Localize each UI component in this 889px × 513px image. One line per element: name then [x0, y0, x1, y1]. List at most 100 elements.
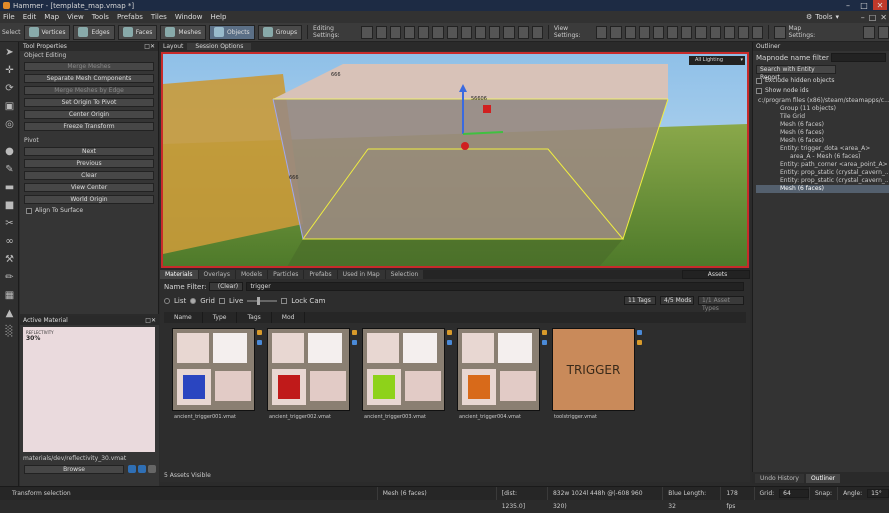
rotate-icon[interactable]: ⟳ [2, 81, 17, 96]
cubes-icon[interactable] [723, 25, 736, 39]
menu-help[interactable]: Help [210, 13, 226, 21]
tab-particles[interactable]: Particles [268, 270, 304, 279]
tree-item[interactable]: Entity: prop_static (crystal_cavern_... [756, 169, 889, 177]
asset-thumbnail[interactable] [172, 328, 255, 411]
align-to-surface-checkbox[interactable]: Align To Surface [20, 207, 158, 214]
tags-button[interactable]: 11 Tags [624, 296, 656, 305]
lock-cam-checkbox[interactable] [281, 297, 288, 304]
pivot-world-origin-button[interactable]: World Origin [24, 195, 154, 204]
column-tags[interactable]: Tags [237, 312, 272, 323]
tree-item[interactable]: Group (11 objects) [756, 105, 889, 113]
mesh-icon[interactable]: ░ [2, 324, 17, 339]
tree-item[interactable]: area_A - Mesh (6 faces) [756, 153, 889, 161]
column-name[interactable]: Name [164, 312, 203, 323]
sky-icon[interactable] [695, 25, 707, 39]
gizmo-origin[interactable] [461, 142, 469, 150]
asset-types-button[interactable]: 1/1 Asset Types [698, 296, 744, 312]
paint-icon[interactable]: ✎ [2, 162, 17, 177]
align-checkbox-box[interactable] [26, 207, 32, 214]
tree-item[interactable]: Entity: path_corner <area_point_A> [756, 161, 889, 169]
panel-close-icon[interactable]: □✕ [144, 42, 155, 51]
texture-icon[interactable] [624, 25, 636, 39]
scale-lock-icon[interactable] [474, 25, 487, 39]
mods-button[interactable]: 4/5 Mods [660, 296, 694, 305]
light-tool-icon[interactable]: ● [2, 144, 17, 159]
show-node-ids-checkbox[interactable]: Show node ids [753, 87, 889, 94]
panel-close-icon[interactable]: □✕ [145, 316, 156, 325]
grid-snap-icon[interactable] [361, 25, 373, 39]
texture-lock-icon[interactable] [460, 25, 472, 39]
apply-material-icon[interactable] [128, 465, 136, 473]
menu-file[interactable]: File [3, 13, 15, 21]
pivot-view-center-button[interactable]: View Center [24, 183, 154, 192]
tab-used-in-map[interactable]: Used in Map [337, 270, 385, 279]
tree-item[interactable]: Mesh (6 faces) [756, 137, 889, 145]
grid-view-icon[interactable] [709, 25, 721, 39]
merge-meshes-button[interactable]: Merge Meshes [24, 62, 154, 71]
column-type[interactable]: Type [203, 312, 238, 323]
align-icon[interactable] [389, 25, 402, 39]
lighting-dropdown[interactable]: All Lighting ▾ [689, 56, 745, 65]
pivot-icon[interactable] [446, 25, 458, 39]
mapnode-filter-input[interactable] [830, 53, 886, 62]
menu-view[interactable]: View [67, 13, 84, 21]
restore-icon[interactable]: – [861, 13, 865, 22]
run-map-icon[interactable] [877, 25, 889, 39]
tree-item[interactable]: Entity: prop_static (crystal_cavern_... [756, 177, 889, 185]
asset-thumbnail[interactable] [457, 328, 540, 411]
block-icon[interactable]: ■ [2, 198, 17, 213]
set-origin-to-pivot-button[interactable]: Set Origin To Pivot [24, 98, 154, 107]
menu-edit[interactable]: Edit [23, 13, 37, 21]
terrain-icon[interactable]: ▲ [2, 306, 17, 321]
tree-item[interactable]: Entity: trigger_dota <area_A> [756, 145, 889, 153]
session-options-tab[interactable]: Session Options [187, 43, 252, 50]
tab-models[interactable]: Models [235, 270, 268, 279]
pivot-clear-button[interactable]: Clear [24, 171, 154, 180]
menu-window[interactable]: Window [175, 13, 203, 21]
umbrella-icon[interactable] [503, 25, 515, 39]
name-filter-input[interactable]: trigger [246, 282, 744, 291]
tab-outliner[interactable]: Outliner [805, 473, 841, 483]
browse-button[interactable]: Browse [24, 465, 124, 474]
tab-materials[interactable]: Materials [160, 270, 198, 279]
search-entity-report-button[interactable]: Search with Entity Report [756, 65, 836, 81]
live-checkbox[interactable] [218, 297, 225, 304]
vertex-snap-icon[interactable] [432, 25, 444, 39]
mode-vertices-button[interactable]: Vertices [23, 24, 71, 40]
fog-icon[interactable] [638, 25, 650, 39]
map-icon[interactable] [774, 25, 786, 39]
center-origin-button[interactable]: Center Origin [24, 110, 154, 119]
column-mod[interactable]: Mod [272, 312, 306, 323]
tree-item-selected[interactable]: Mesh (6 faces) [756, 185, 889, 193]
fullscreen-icon[interactable] [863, 25, 875, 39]
tile-icon[interactable]: ▦ [2, 288, 17, 303]
light-bulb-icon[interactable] [596, 25, 608, 39]
tab-prefabs[interactable]: Prefabs [304, 270, 337, 279]
menu-tiles[interactable]: Tiles [151, 13, 167, 21]
translate-icon[interactable]: ✛ [2, 63, 17, 78]
pivot-next-button[interactable]: Next [24, 147, 154, 156]
snap-icon[interactable] [375, 25, 387, 39]
asset-thumbnail[interactable] [267, 328, 350, 411]
weather-icon[interactable] [517, 25, 529, 39]
mode-meshes-button[interactable]: Meshes [160, 24, 207, 40]
material-settings-icon[interactable] [148, 465, 156, 473]
tree-item[interactable]: Mesh (6 faces) [756, 129, 889, 137]
tab-overlays[interactable]: Overlays [198, 270, 235, 279]
mode-objects-button[interactable]: Objects [209, 24, 255, 40]
asset-thumbnail[interactable]: TRIGGER [552, 328, 635, 411]
tree-icon[interactable] [667, 25, 679, 39]
pin-icon[interactable] [610, 25, 622, 39]
tab-selection[interactable]: Selection [385, 270, 424, 279]
text-icon[interactable] [752, 25, 764, 39]
tree-item[interactable]: c:/program files (x86)/steam/steamapps/c… [756, 97, 889, 105]
select-through-icon[interactable] [489, 25, 501, 39]
particles-icon[interactable] [681, 25, 693, 39]
angle-dropdown[interactable]: 15° [867, 489, 889, 498]
tree-item[interactable]: Mesh (6 faces) [756, 121, 889, 129]
tab-undo-history[interactable]: Undo History [755, 473, 804, 483]
maximize-button[interactable]: □ [857, 0, 871, 10]
layout-tab[interactable]: Layout [163, 43, 183, 50]
3d-viewport[interactable]: 666 56606 666 All Lighting ▾ [161, 52, 749, 268]
pivot-tool-icon[interactable]: ◎ [2, 117, 17, 132]
